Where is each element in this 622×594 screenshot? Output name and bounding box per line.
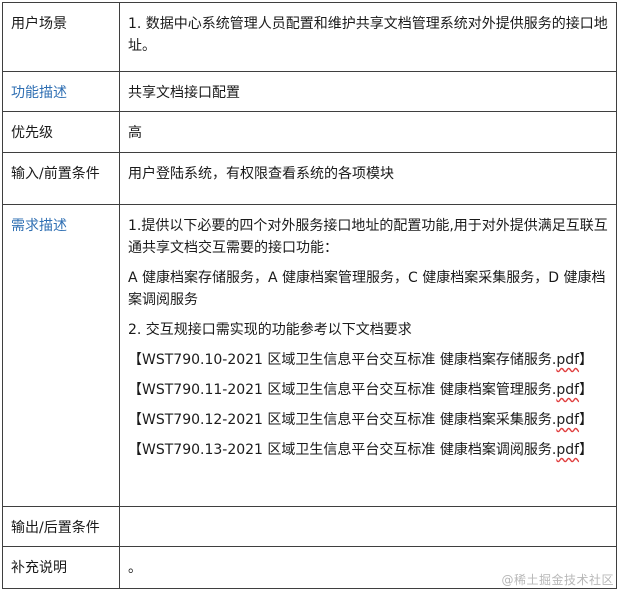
reference-extension: pdf	[556, 442, 580, 458]
reference-name: 【WST790.13-2021 区域卫生信息平台交互标准 健康档案调阅服务.	[128, 442, 557, 458]
label-requirement-description: 需求描述	[2, 204, 120, 507]
reference-extension: pdf	[556, 412, 580, 428]
content-priority: 高	[119, 111, 617, 153]
table-row-precondition: 输入/前置条件 用户登陆系统，有权限查看系统的各项模块	[2, 152, 617, 205]
reference-name: 【WST790.12-2021 区域卫生信息平台交互标准 健康档案采集服务.	[128, 412, 557, 428]
table-row-user-scenario: 用户场景 1. 数据中心系统管理人员配置和维护共享文档管理系统对外提供服务的接口…	[2, 2, 617, 72]
reference-extension: pdf	[556, 352, 580, 368]
reference-document: 【WST790.11-2021 区域卫生信息平台交互标准 健康档案管理服务.pd…	[128, 379, 608, 401]
reference-bracket: 】	[579, 412, 594, 428]
reference-document: 【WST790.12-2021 区域卫生信息平台交互标准 健康档案采集服务.pd…	[128, 409, 608, 431]
reference-bracket: 】	[579, 382, 594, 398]
requirements-table: 用户场景 1. 数据中心系统管理人员配置和维护共享文档管理系统对外提供服务的接口…	[2, 2, 617, 589]
reference-document: 【WST790.10-2021 区域卫生信息平台交互标准 健康档案存储服务.pd…	[128, 349, 608, 371]
requirement-paragraph: A 健康档案存储服务，A 健康档案管理服务，C 健康档案采集服务，D 健康档案调…	[128, 270, 606, 308]
content-function-description: 共享文档接口配置	[119, 71, 617, 112]
reference-extension: pdf	[556, 382, 580, 398]
table-row-priority: 优先级 高	[2, 111, 617, 153]
label-function-description: 功能描述	[2, 71, 120, 112]
table-row-requirement: 需求描述 1.提供以下必要的四个对外服务接口地址的配置功能,用于对外提供满足互联…	[2, 204, 617, 507]
label-supplement: 补充说明	[2, 546, 120, 589]
reference-name: 【WST790.10-2021 区域卫生信息平台交互标准 健康档案存储服务.	[128, 352, 557, 368]
requirement-paragraph: 1.提供以下必要的四个对外服务接口地址的配置功能,用于对外提供满足互联互通共享文…	[128, 218, 608, 256]
label-user-scenario: 用户场景	[2, 2, 120, 72]
label-postcondition: 输出/后置条件	[2, 506, 120, 547]
content-user-scenario: 1. 数据中心系统管理人员配置和维护共享文档管理系统对外提供服务的接口地址。	[119, 2, 617, 72]
watermark: @稀土掘金技术社区	[501, 573, 614, 587]
label-priority: 优先级	[2, 111, 120, 153]
table-row-postcondition: 输出/后置条件	[2, 506, 617, 547]
content-postcondition	[119, 506, 617, 547]
reference-bracket: 】	[579, 442, 594, 458]
reference-document: 【WST790.13-2021 区域卫生信息平台交互标准 健康档案调阅服务.pd…	[128, 439, 608, 461]
reference-bracket: 】	[579, 352, 594, 368]
label-precondition: 输入/前置条件	[2, 152, 120, 205]
requirement-paragraph: 2. 交互规接口需实现的功能参考以下文档要求	[128, 322, 412, 338]
content-requirement-description: 1.提供以下必要的四个对外服务接口地址的配置功能,用于对外提供满足互联互通共享文…	[119, 204, 617, 507]
table-row-function: 功能描述 共享文档接口配置	[2, 71, 617, 112]
content-precondition: 用户登陆系统，有权限查看系统的各项模块	[119, 152, 617, 205]
reference-name: 【WST790.11-2021 区域卫生信息平台交互标准 健康档案管理服务.	[128, 382, 557, 398]
